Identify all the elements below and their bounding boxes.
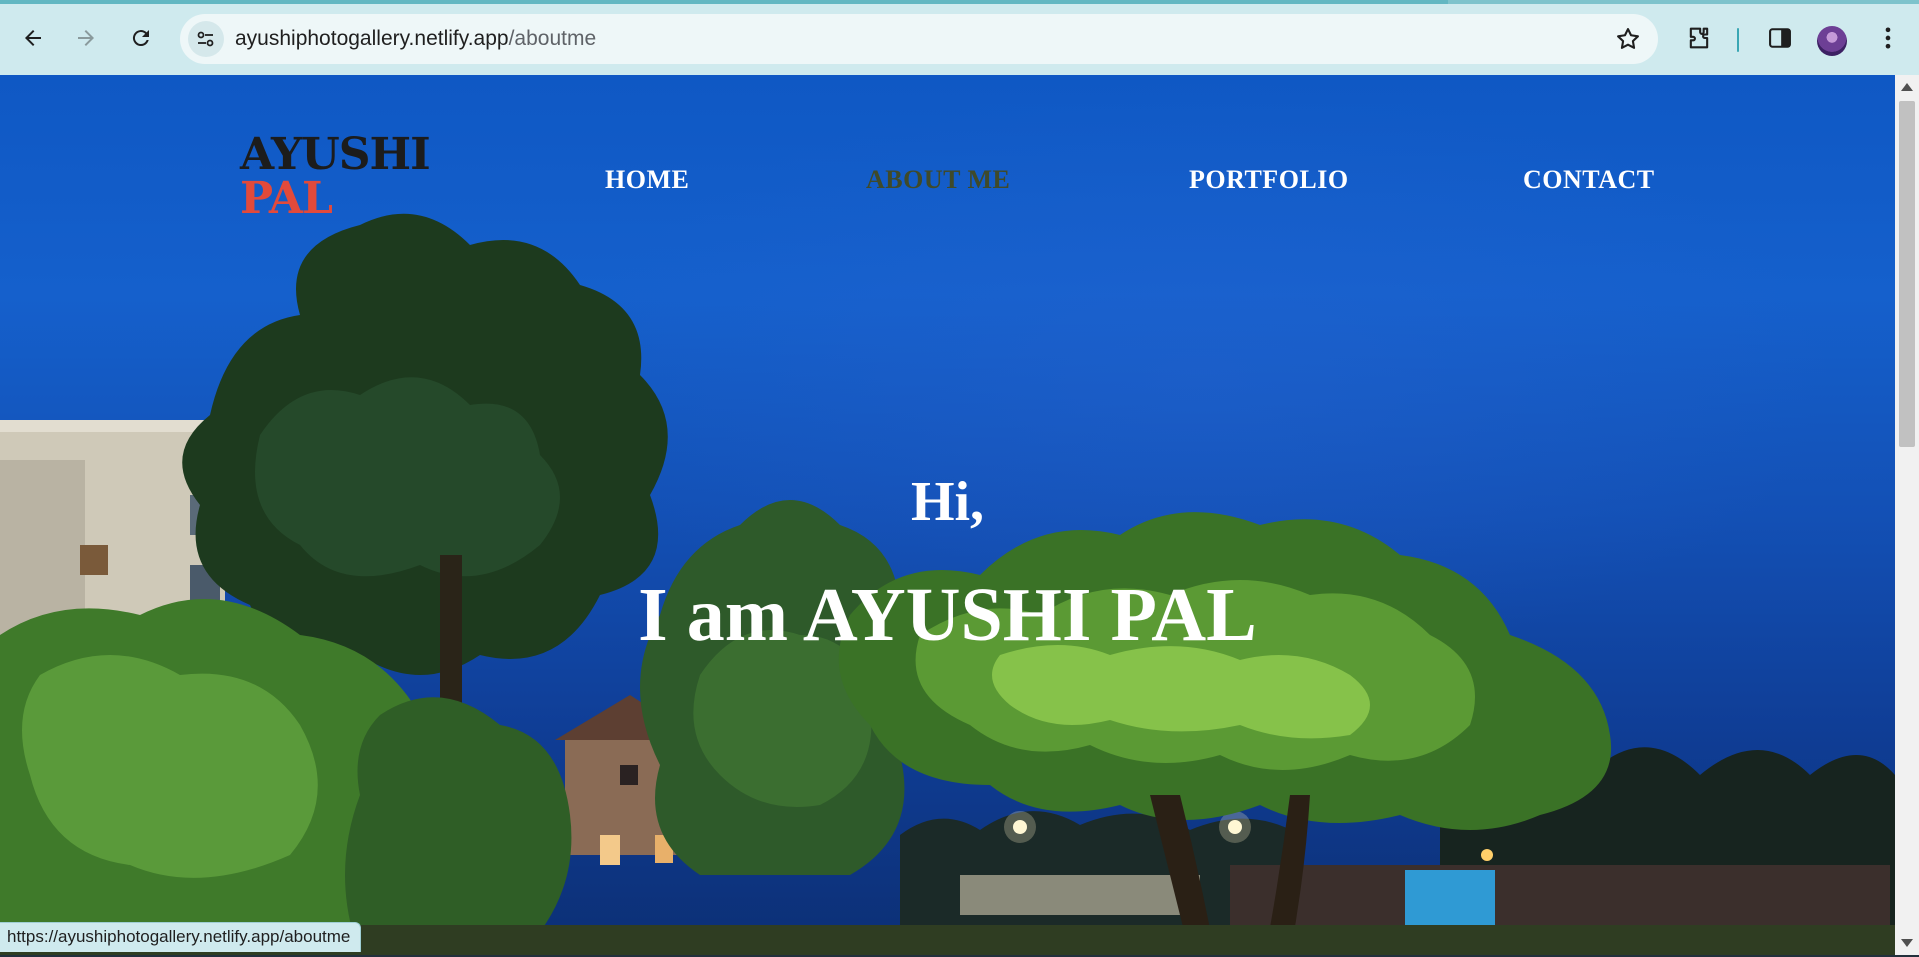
forward-icon (78, 30, 94, 46)
site-info-button[interactable] (188, 21, 224, 57)
kebab-menu-icon[interactable] (1874, 24, 1902, 52)
url-host: ayushiphotogallery.netlify.app (235, 27, 509, 50)
site-logo[interactable]: AYUSHI PAL (240, 129, 431, 224)
profile-avatar[interactable] (1817, 26, 1847, 56)
logo-line-2: PAL (240, 173, 333, 224)
toolbar-divider (1737, 28, 1739, 52)
url-path: /aboutme (508, 27, 597, 50)
back-button[interactable] (15, 20, 51, 56)
scroll-up-arrow-icon[interactable] (1901, 83, 1913, 91)
logo-line-1: AYUSHI (240, 129, 431, 180)
hero-headline: I am AYUSHI PAL (638, 573, 1257, 657)
browser-toolbar: ayushiphotogallery.netlify.app/aboutme (0, 4, 1919, 75)
page-scrollbar[interactable] (1895, 75, 1919, 955)
reload-icon (132, 30, 149, 47)
link-status-bubble: https://ayushiphotogallery.netlify.app/a… (0, 922, 362, 952)
hero-greeting: Hi, (910, 471, 985, 533)
address-bar[interactable]: ayushiphotogallery.netlify.app/aboutme (180, 14, 1658, 64)
side-panel-icon[interactable] (1766, 24, 1794, 52)
extensions-icon[interactable] (1685, 24, 1713, 52)
nav-contact[interactable]: CONTACT (1523, 165, 1655, 195)
reload-button[interactable] (123, 20, 159, 56)
nav-portfolio[interactable]: PORTFOLIO (1189, 165, 1349, 195)
scrollbar-thumb[interactable] (1899, 101, 1915, 447)
nav-about-me[interactable]: ABOUT ME (866, 165, 1010, 195)
site-info-icon (197, 31, 214, 47)
nav-home[interactable]: HOME (605, 165, 689, 195)
forward-button[interactable] (68, 20, 104, 56)
star-icon[interactable] (1614, 25, 1642, 53)
back-icon (25, 30, 41, 46)
url-text[interactable]: ayushiphotogallery.netlify.app/aboutme (235, 27, 596, 51)
page-viewport: AYUSHI PAL HOME ABOUT ME PORTFOLIO CONTA… (0, 75, 1895, 955)
scroll-down-arrow-icon[interactable] (1901, 939, 1913, 947)
